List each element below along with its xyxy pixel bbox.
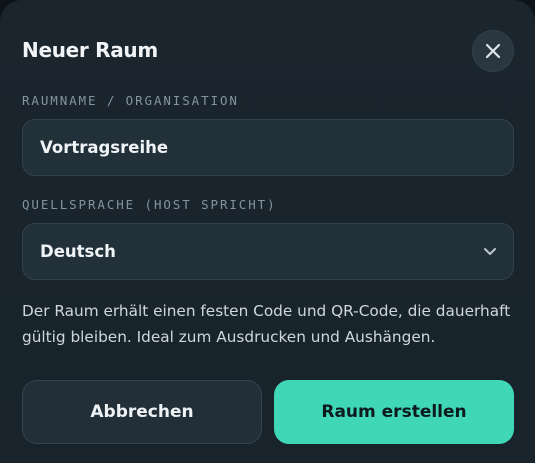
room-name-label: RAUMNAME / ORGANISATION xyxy=(22,93,239,108)
source-language-label: QUELLSPRACHE (HOST SPRICHT) xyxy=(22,197,277,212)
dialog-title: Neuer Raum xyxy=(22,38,158,62)
create-room-button-label: Raum erstellen xyxy=(321,402,467,422)
room-name-value: Vortragsreihe xyxy=(40,138,169,157)
source-language-select[interactable]: Deutsch xyxy=(22,223,514,280)
chevron-down-icon xyxy=(483,247,497,256)
source-language-value: Deutsch xyxy=(40,242,116,261)
close-icon xyxy=(485,43,501,59)
close-button[interactable] xyxy=(472,30,514,72)
room-name-input[interactable]: Vortragsreihe xyxy=(22,119,514,176)
new-room-dialog: Neuer Raum RAUMNAME / ORGANISATION Vortr… xyxy=(0,0,535,463)
cancel-button[interactable]: Abbrechen xyxy=(22,380,262,444)
room-info-hint: Der Raum erhält einen festen Code und QR… xyxy=(22,302,511,346)
cancel-button-label: Abbrechen xyxy=(90,402,194,422)
create-room-button[interactable]: Raum erstellen xyxy=(274,380,514,444)
